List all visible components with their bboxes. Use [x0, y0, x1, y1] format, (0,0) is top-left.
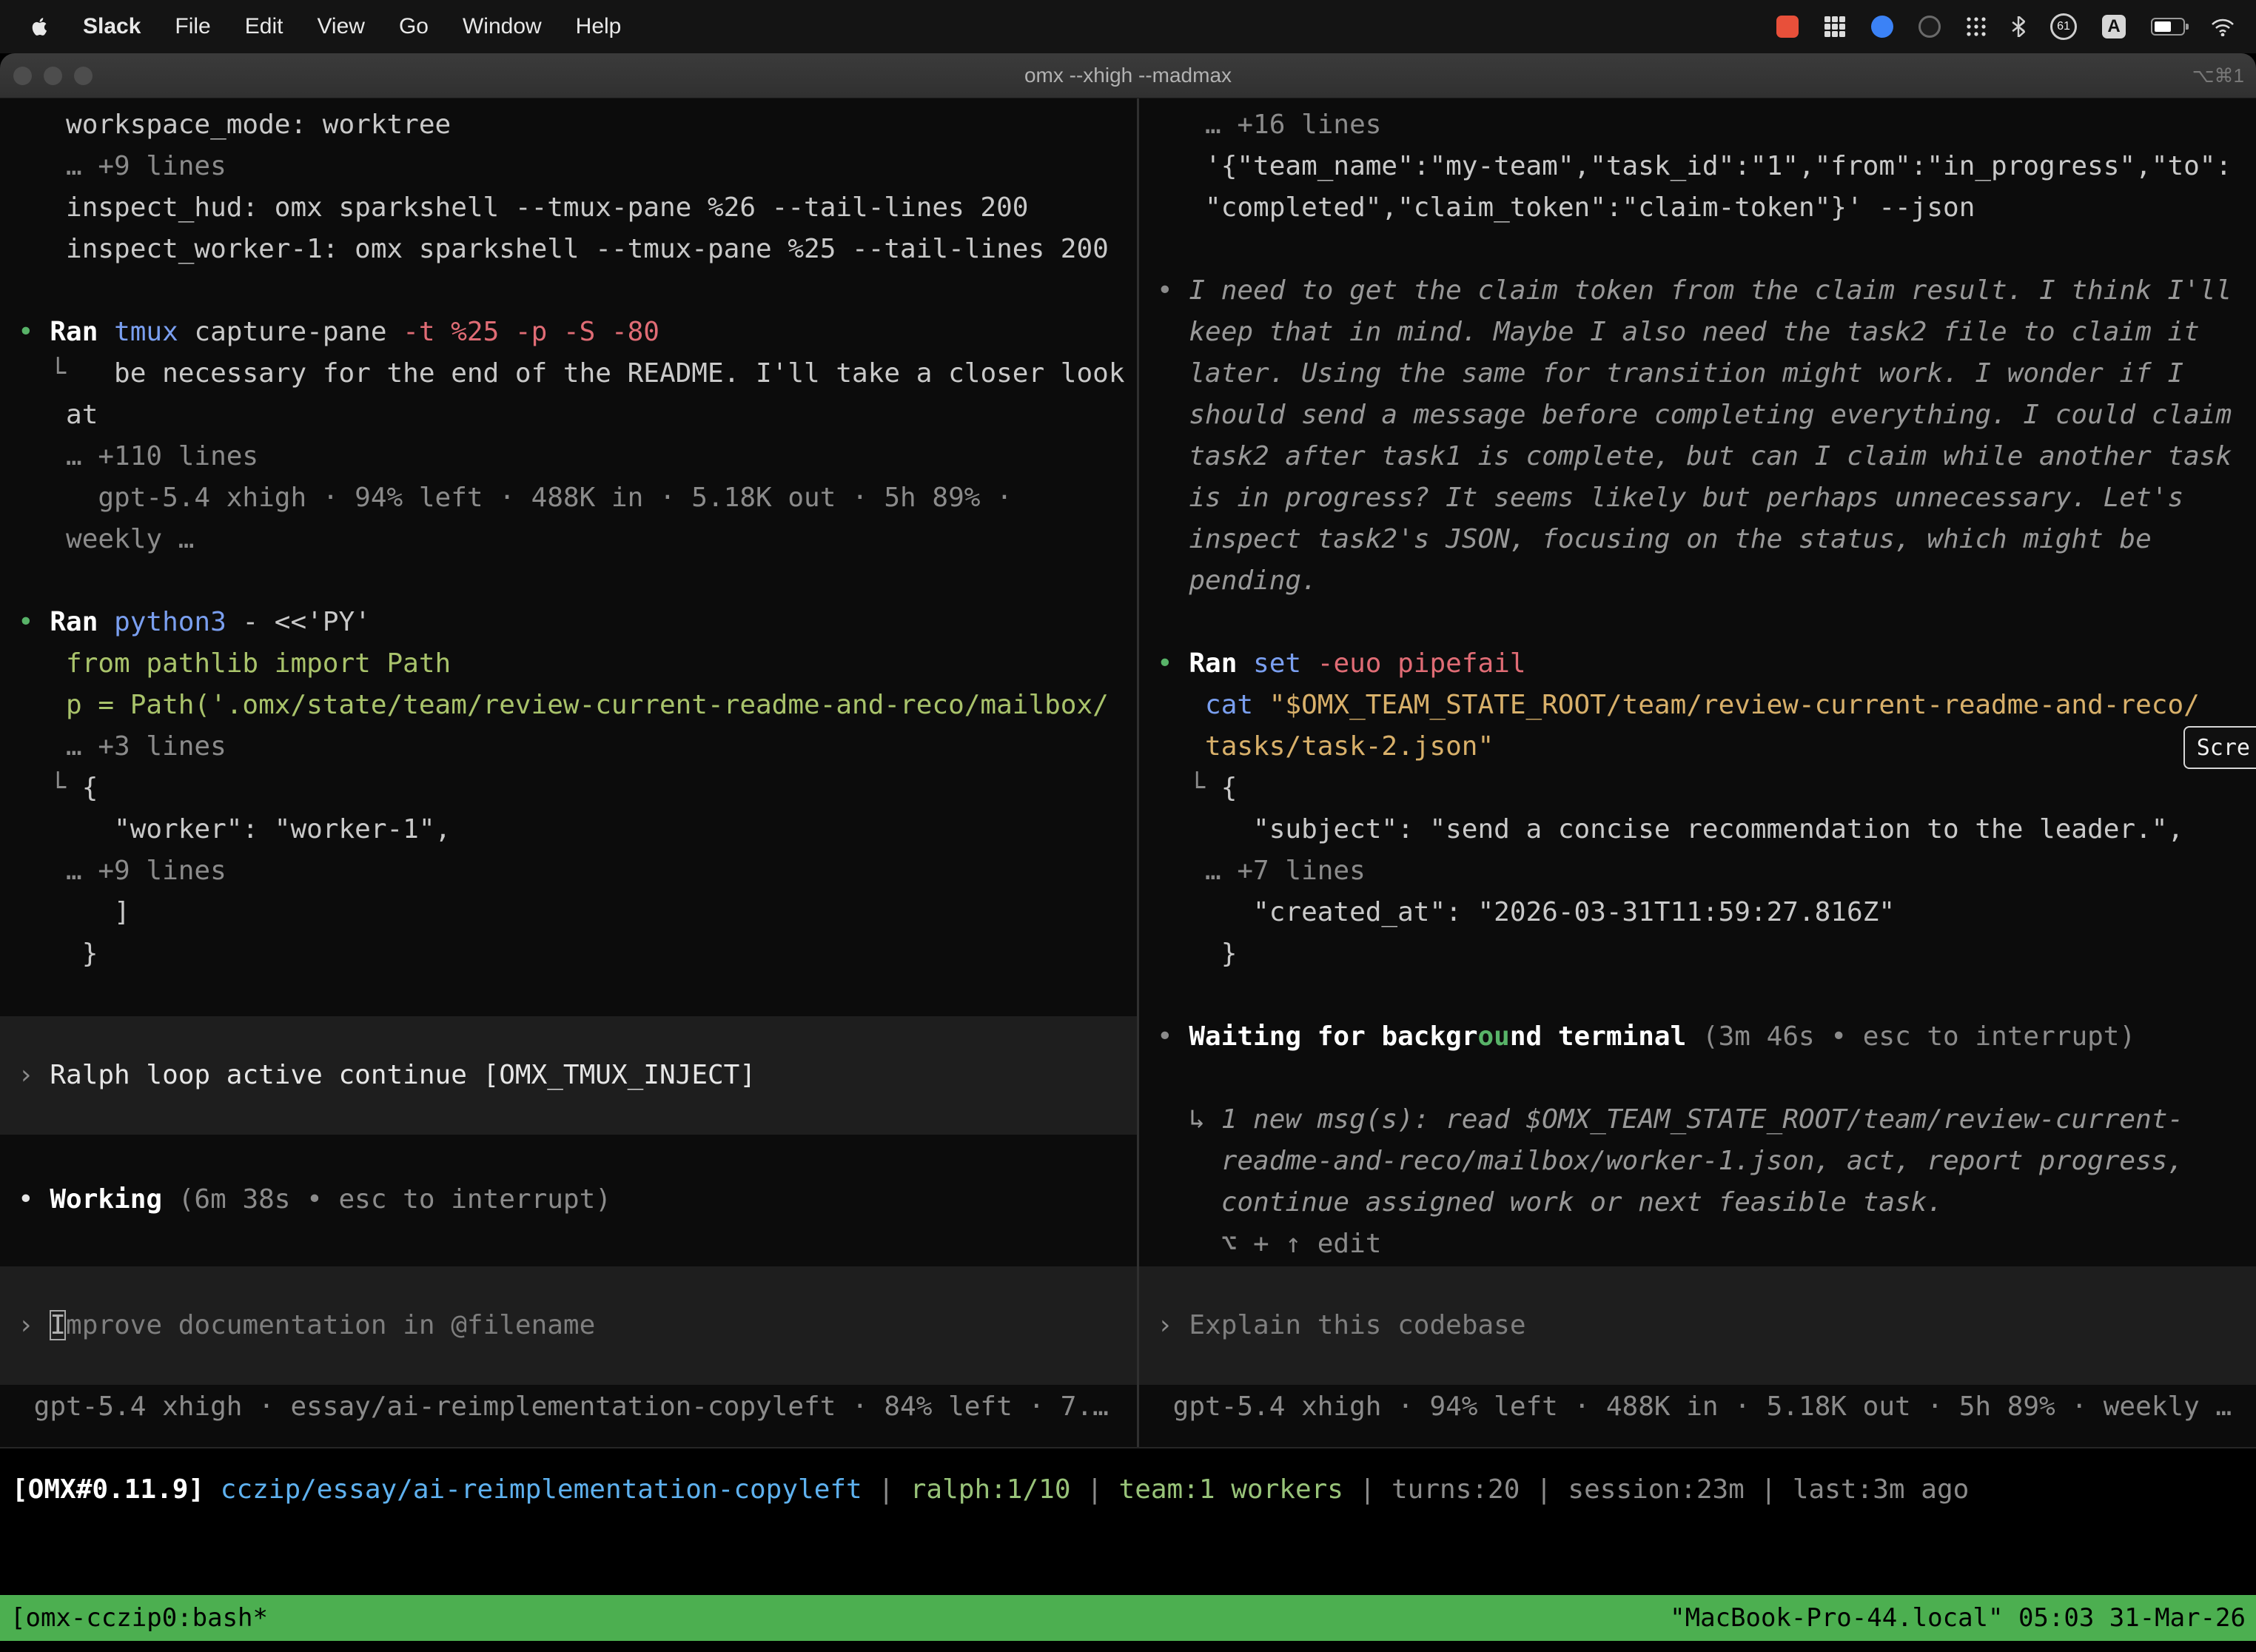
terminal-line: [1157, 975, 2256, 1016]
terminal-line: inspect_worker-1: omx sparkshell --tmux-…: [18, 229, 1137, 270]
traffic-lights: [0, 67, 93, 85]
menu-window[interactable]: Window: [463, 14, 542, 39]
apple-logo-icon[interactable]: [30, 16, 49, 38]
terminal-line: "worker": "worker-1",: [18, 809, 1137, 850]
terminal-line: ⌥ + ↑ edit: [1157, 1223, 2256, 1265]
tmux-session-label: [omx-cczip0:bash*: [10, 1603, 268, 1633]
terminal-line: weekly …: [18, 519, 1137, 560]
left-pane: workspace_mode: worktree … +9 lines insp…: [0, 98, 1137, 1447]
window-title: omx --xhigh --madmax: [0, 64, 2256, 87]
terminal-line: [1157, 1058, 2256, 1099]
terminal-line: └ be necessary for the end of the README…: [18, 353, 1137, 394]
ralph-loop-band[interactable]: › Ralph loop active continue [OMX_TMUX_I…: [0, 1016, 1137, 1135]
menu-go[interactable]: Go: [399, 14, 429, 39]
terminal-line: inspect_hud: omx sparkshell --tmux-pane …: [18, 187, 1137, 229]
minimize-button[interactable]: [44, 67, 62, 85]
terminal-line: workspace_mode: worktree: [18, 104, 1137, 146]
terminal-line: ]: [18, 892, 1137, 933]
terminal-line: … +16 lines: [1157, 104, 2256, 146]
terminal-line: • Working (6m 38s • esc to interrupt): [18, 1179, 1137, 1220]
zoom-button[interactable]: [74, 67, 93, 85]
terminal-line: }: [1157, 933, 2256, 975]
dots-grid-icon[interactable]: [1966, 16, 1987, 37]
terminal-line: inspect task2's JSON, focusing on the st…: [1157, 519, 2256, 560]
terminal-line: task2 after task1 is complete, but can I…: [1157, 436, 2256, 477]
terminal-line: }: [18, 933, 1137, 975]
stats-gauge-icon[interactable]: 61: [2050, 13, 2077, 40]
terminal-line: … +7 lines: [1157, 850, 2256, 892]
terminal-line: continue assigned work or next feasible …: [1157, 1182, 2256, 1223]
window-titlebar[interactable]: omx --xhigh --madmax ⌥⌘1: [0, 53, 2256, 98]
terminal-line: "created_at": "2026-03-31T11:59:27.816Z": [1157, 892, 2256, 933]
terminal-line: from pathlib import Path: [18, 643, 1137, 685]
blue-app-icon[interactable]: [1871, 16, 1893, 38]
menu-file[interactable]: File: [175, 14, 210, 39]
input-source-icon[interactable]: A: [2102, 15, 2126, 38]
terminal-line: is in progress? It seems likely but perh…: [1157, 477, 2256, 519]
terminal-line: └ {: [18, 768, 1137, 809]
bluetooth-icon[interactable]: [2012, 16, 2025, 37]
left-pane-status: gpt-5.4 xhigh · essay/ai-reimplementatio…: [0, 1386, 1137, 1428]
screen-recording-indicator-icon[interactable]: [1776, 16, 1799, 38]
terminal-line: gpt-5.4 xhigh · 94% left · 488K in · 5.1…: [18, 477, 1137, 519]
terminal-line: • I need to get the claim token from the…: [1157, 270, 2256, 312]
grid-icon[interactable]: [1824, 16, 1846, 38]
terminal-line: [1157, 602, 2256, 643]
tmux-status-bar: [omx-cczip0:bash* "MacBook-Pro-44.local"…: [0, 1595, 2256, 1641]
menu-edit[interactable]: Edit: [245, 14, 283, 39]
terminal-line: p = Path('.omx/state/team/review-current…: [18, 685, 1137, 726]
menu-view[interactable]: View: [317, 14, 364, 39]
menu-bar: Slack File Edit View Go Window Help 61 A: [0, 0, 2256, 53]
menu-app-name[interactable]: Slack: [83, 14, 141, 39]
tmux-host-time-label: "MacBook-Pro-44.local" 05:03 31-Mar-26: [1670, 1603, 2246, 1633]
terminal-line: "completed","claim_token":"claim-token"}…: [1157, 187, 2256, 229]
wifi-icon[interactable]: [2210, 17, 2235, 36]
terminal-line: should send a message before completing …: [1157, 394, 2256, 436]
window-shortcut-hint: ⌥⌘1: [2192, 64, 2244, 87]
prompt-input-band[interactable]: › Explain this codebase: [1139, 1266, 2256, 1385]
terminal-line: • Ran tmux capture-pane -t %25 -p -S -80: [18, 312, 1137, 353]
terminal-line: … +3 lines: [18, 726, 1137, 768]
right-pane-status: gpt-5.4 xhigh · 94% left · 488K in · 5.1…: [1139, 1386, 2256, 1428]
terminal-line: ↳ 1 new msg(s): read $OMX_TEAM_STATE_ROO…: [1157, 1099, 2256, 1141]
terminal-line: [18, 560, 1137, 602]
terminal-line: [1157, 229, 2256, 270]
prompt-input-band[interactable]: › Improve documentation in @filename: [0, 1266, 1137, 1385]
terminal-window: omx --xhigh --madmax ⌥⌘1 workspace_mode:…: [0, 53, 2256, 1652]
status-divider: [0, 1447, 2256, 1448]
terminal-line: keep that in mind. Maybe I also need the…: [1157, 312, 2256, 353]
terminal-line: [18, 270, 1137, 312]
terminal-line: • Waiting for background terminal (3m 46…: [1157, 1016, 2256, 1058]
terminal-line: • Ran set -euo pipefail: [1157, 643, 2256, 685]
terminal-line: pending.: [1157, 560, 2256, 602]
terminal-line: • Ran python3 - <<'PY': [18, 602, 1137, 643]
left-pane-scrollback: workspace_mode: worktree … +9 lines insp…: [0, 98, 1137, 1385]
terminal-line: readme-and-reco/mailbox/worker-1.json, a…: [1157, 1141, 2256, 1182]
close-button[interactable]: [13, 67, 32, 85]
terminal-line: … +9 lines: [18, 850, 1137, 892]
menu-help[interactable]: Help: [576, 14, 622, 39]
dark-app-icon[interactable]: [1918, 16, 1941, 38]
right-pane: … +16 lines '{"team_name":"my-team","tas…: [1139, 98, 2256, 1447]
terminal-line: at: [18, 394, 1137, 436]
terminal-line: … +110 lines: [18, 436, 1137, 477]
screen-overlay-badge: Scre: [2183, 726, 2256, 769]
terminal-line: tasks/task-2.json": [1157, 726, 2256, 768]
right-pane-scrollback: … +16 lines '{"team_name":"my-team","tas…: [1139, 98, 2256, 1385]
terminal-line: later. Using the same for transition mig…: [1157, 353, 2256, 394]
terminal-line: "subject": "send a concise recommendatio…: [1157, 809, 2256, 850]
terminal-content: workspace_mode: worktree … +9 lines insp…: [0, 98, 2256, 1652]
terminal-line: … +9 lines: [18, 146, 1137, 187]
battery-icon[interactable]: [2151, 18, 2185, 36]
terminal-line: cat "$OMX_TEAM_STATE_ROOT/team/review-cu…: [1157, 685, 2256, 726]
omx-status-bar: [OMX#0.11.9] cczip/essay/ai-reimplementa…: [12, 1469, 2256, 1511]
terminal-line: └ {: [1157, 768, 2256, 809]
terminal-line: '{"team_name":"my-team","task_id":"1","f…: [1157, 146, 2256, 187]
